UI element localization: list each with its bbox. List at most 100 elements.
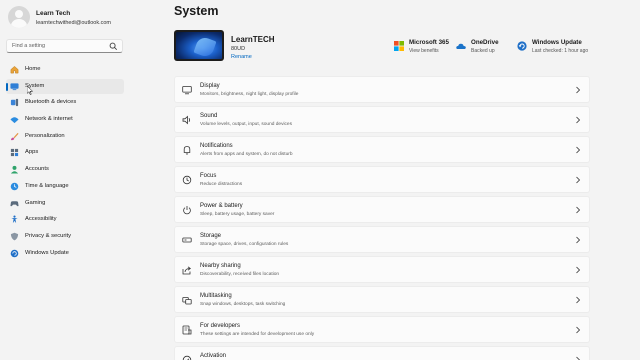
sidebar-item-gaming[interactable]: Gaming <box>6 196 124 211</box>
search-input[interactable]: Find a setting <box>12 43 45 49</box>
chevron-right-icon <box>575 326 581 334</box>
chevron-right-icon <box>575 176 581 184</box>
sidebar-item-windows-update[interactable]: Windows Update <box>6 246 124 261</box>
search-box[interactable]: Find a setting <box>6 39 123 53</box>
gaming-icon <box>10 199 19 208</box>
update-icon <box>10 249 19 258</box>
status-title: Windows Update <box>532 39 582 46</box>
sidebar-item-label: Gaming <box>25 199 46 206</box>
device-name: LearnTECH <box>231 35 275 44</box>
user-profile[interactable]: Learn Tech learntechwithedi@outlook.com <box>8 6 158 34</box>
focus-icon <box>182 175 192 185</box>
card-subtitle: Sleep, battery usage, battery saver <box>200 211 275 217</box>
sidebar-item-label: Home <box>25 66 41 72</box>
card-subtitle: Discoverability, received files location <box>200 271 280 277</box>
accounts-icon <box>10 165 19 174</box>
status-title: OneDrive <box>471 39 499 46</box>
chevron-right-icon <box>575 236 581 244</box>
mouse-cursor-icon <box>27 86 33 95</box>
sidebar-item-bluetooth[interactable]: Bluetooth & devices <box>6 95 124 110</box>
settings-card-sound[interactable]: Sound Volume levels, output, input, soun… <box>174 106 590 133</box>
chevron-right-icon <box>575 206 581 214</box>
card-title: Multitasking <box>200 293 232 299</box>
chevron-right-icon <box>575 86 581 94</box>
settings-card-notifications[interactable]: Notifications Alerts from apps and syste… <box>174 136 590 163</box>
settings-card-nearby-sharing[interactable]: Nearby sharing Discoverability, received… <box>174 256 590 283</box>
home-icon <box>10 65 19 74</box>
shield-icon <box>10 232 19 241</box>
status-sub: View benefits <box>409 48 439 54</box>
sidebar-item-accounts[interactable]: Accounts <box>6 162 124 177</box>
display-icon <box>182 85 192 95</box>
sidebar-nav: Home System Bluetooth & devices Network … <box>6 62 124 262</box>
card-title: Storage <box>200 233 222 239</box>
bell-icon <box>182 145 192 155</box>
sidebar-item-label: Accessibility <box>25 216 57 223</box>
search-icon[interactable] <box>109 42 118 51</box>
settings-card-for-developers[interactable]: For developers These settings are intend… <box>174 316 590 343</box>
network-icon <box>10 115 19 124</box>
card-title: Focus <box>200 173 217 179</box>
power-icon <box>182 205 192 215</box>
sidebar-item-apps[interactable]: Apps <box>6 145 124 160</box>
card-title: Display <box>200 83 220 89</box>
card-title: Activation <box>200 353 227 359</box>
storage-icon <box>182 235 192 245</box>
chevron-right-icon <box>575 356 581 360</box>
sidebar-item-system[interactable]: System <box>6 78 124 94</box>
sidebar-item-home[interactable]: Home <box>6 62 124 77</box>
accessibility-icon <box>10 215 19 224</box>
page-title: System <box>174 4 219 18</box>
card-title: Sound <box>200 113 218 119</box>
card-subtitle: These settings are intended for developm… <box>200 331 315 337</box>
sidebar-item-label: Privacy & security <box>25 232 72 239</box>
card-subtitle: Volume levels, output, input, sound devi… <box>200 121 292 127</box>
sidebar-item-label: Time & language <box>25 182 69 189</box>
sidebar-item-label: Bluetooth & devices <box>25 99 77 106</box>
sidebar-item-label: Personalization <box>25 132 65 139</box>
brush-icon <box>10 132 19 141</box>
chevron-right-icon <box>575 266 581 274</box>
sidebar-item-accessibility[interactable]: Accessibility <box>6 212 124 227</box>
card-title: Notifications <box>200 143 233 149</box>
sidebar: Learn Tech learntechwithedi@outlook.com … <box>0 0 160 360</box>
microsoft-logo-icon <box>394 41 404 51</box>
developer-icon <box>182 325 192 335</box>
apps-icon <box>10 148 19 157</box>
settings-card-activation[interactable]: Activation <box>174 346 590 360</box>
device-wallpaper-thumbnail <box>174 30 224 61</box>
status-sub: Last checked: 1 hour ago <box>532 48 589 54</box>
share-icon <box>182 265 192 275</box>
settings-card-display[interactable]: Display Monitors, brightness, night ligh… <box>174 76 590 103</box>
chevron-right-icon <box>575 296 581 304</box>
sidebar-item-personalization[interactable]: Personalization <box>6 129 124 144</box>
settings-card-storage[interactable]: Storage Storage space, drives, configura… <box>174 226 590 253</box>
chevron-right-icon <box>575 146 581 154</box>
windows-update-icon <box>517 41 527 51</box>
settings-card-multitasking[interactable]: Multitasking Snap windows, desktops, tas… <box>174 286 590 313</box>
sidebar-item-label: Apps <box>25 149 39 156</box>
sidebar-item-label: Windows Update <box>25 249 69 256</box>
settings-card-power-battery[interactable]: Power & battery Sleep, battery usage, ba… <box>174 196 590 223</box>
sidebar-item-network[interactable]: Network & internet <box>6 112 124 127</box>
card-subtitle: Storage space, drives, configuration rul… <box>200 241 289 247</box>
sidebar-item-time-language[interactable]: Time & language <box>6 179 124 194</box>
card-subtitle: Reduce distractions <box>200 181 243 187</box>
profile-name: Learn Tech <box>36 10 71 17</box>
bluetooth-icon <box>10 98 19 107</box>
status-sub: Backed up <box>471 48 495 54</box>
chevron-right-icon <box>575 116 581 124</box>
sidebar-item-privacy-security[interactable]: Privacy & security <box>6 229 124 244</box>
device-model: 80UD <box>231 46 246 52</box>
sidebar-item-label: Network & internet <box>25 116 73 123</box>
card-subtitle: Alerts from apps and system, do not dist… <box>200 151 293 157</box>
card-title: For developers <box>200 323 241 329</box>
onedrive-icon <box>456 41 466 51</box>
settings-list: Display Monitors, brightness, night ligh… <box>174 76 590 360</box>
profile-email: learntechwithedi@outlook.com <box>36 20 111 26</box>
card-subtitle: Snap windows, desktops, task switching <box>200 301 286 307</box>
settings-card-focus[interactable]: Focus Reduce distractions <box>174 166 590 193</box>
activation-icon <box>182 355 192 360</box>
globe-clock-icon <box>10 182 19 191</box>
rename-link[interactable]: Rename <box>231 54 252 60</box>
